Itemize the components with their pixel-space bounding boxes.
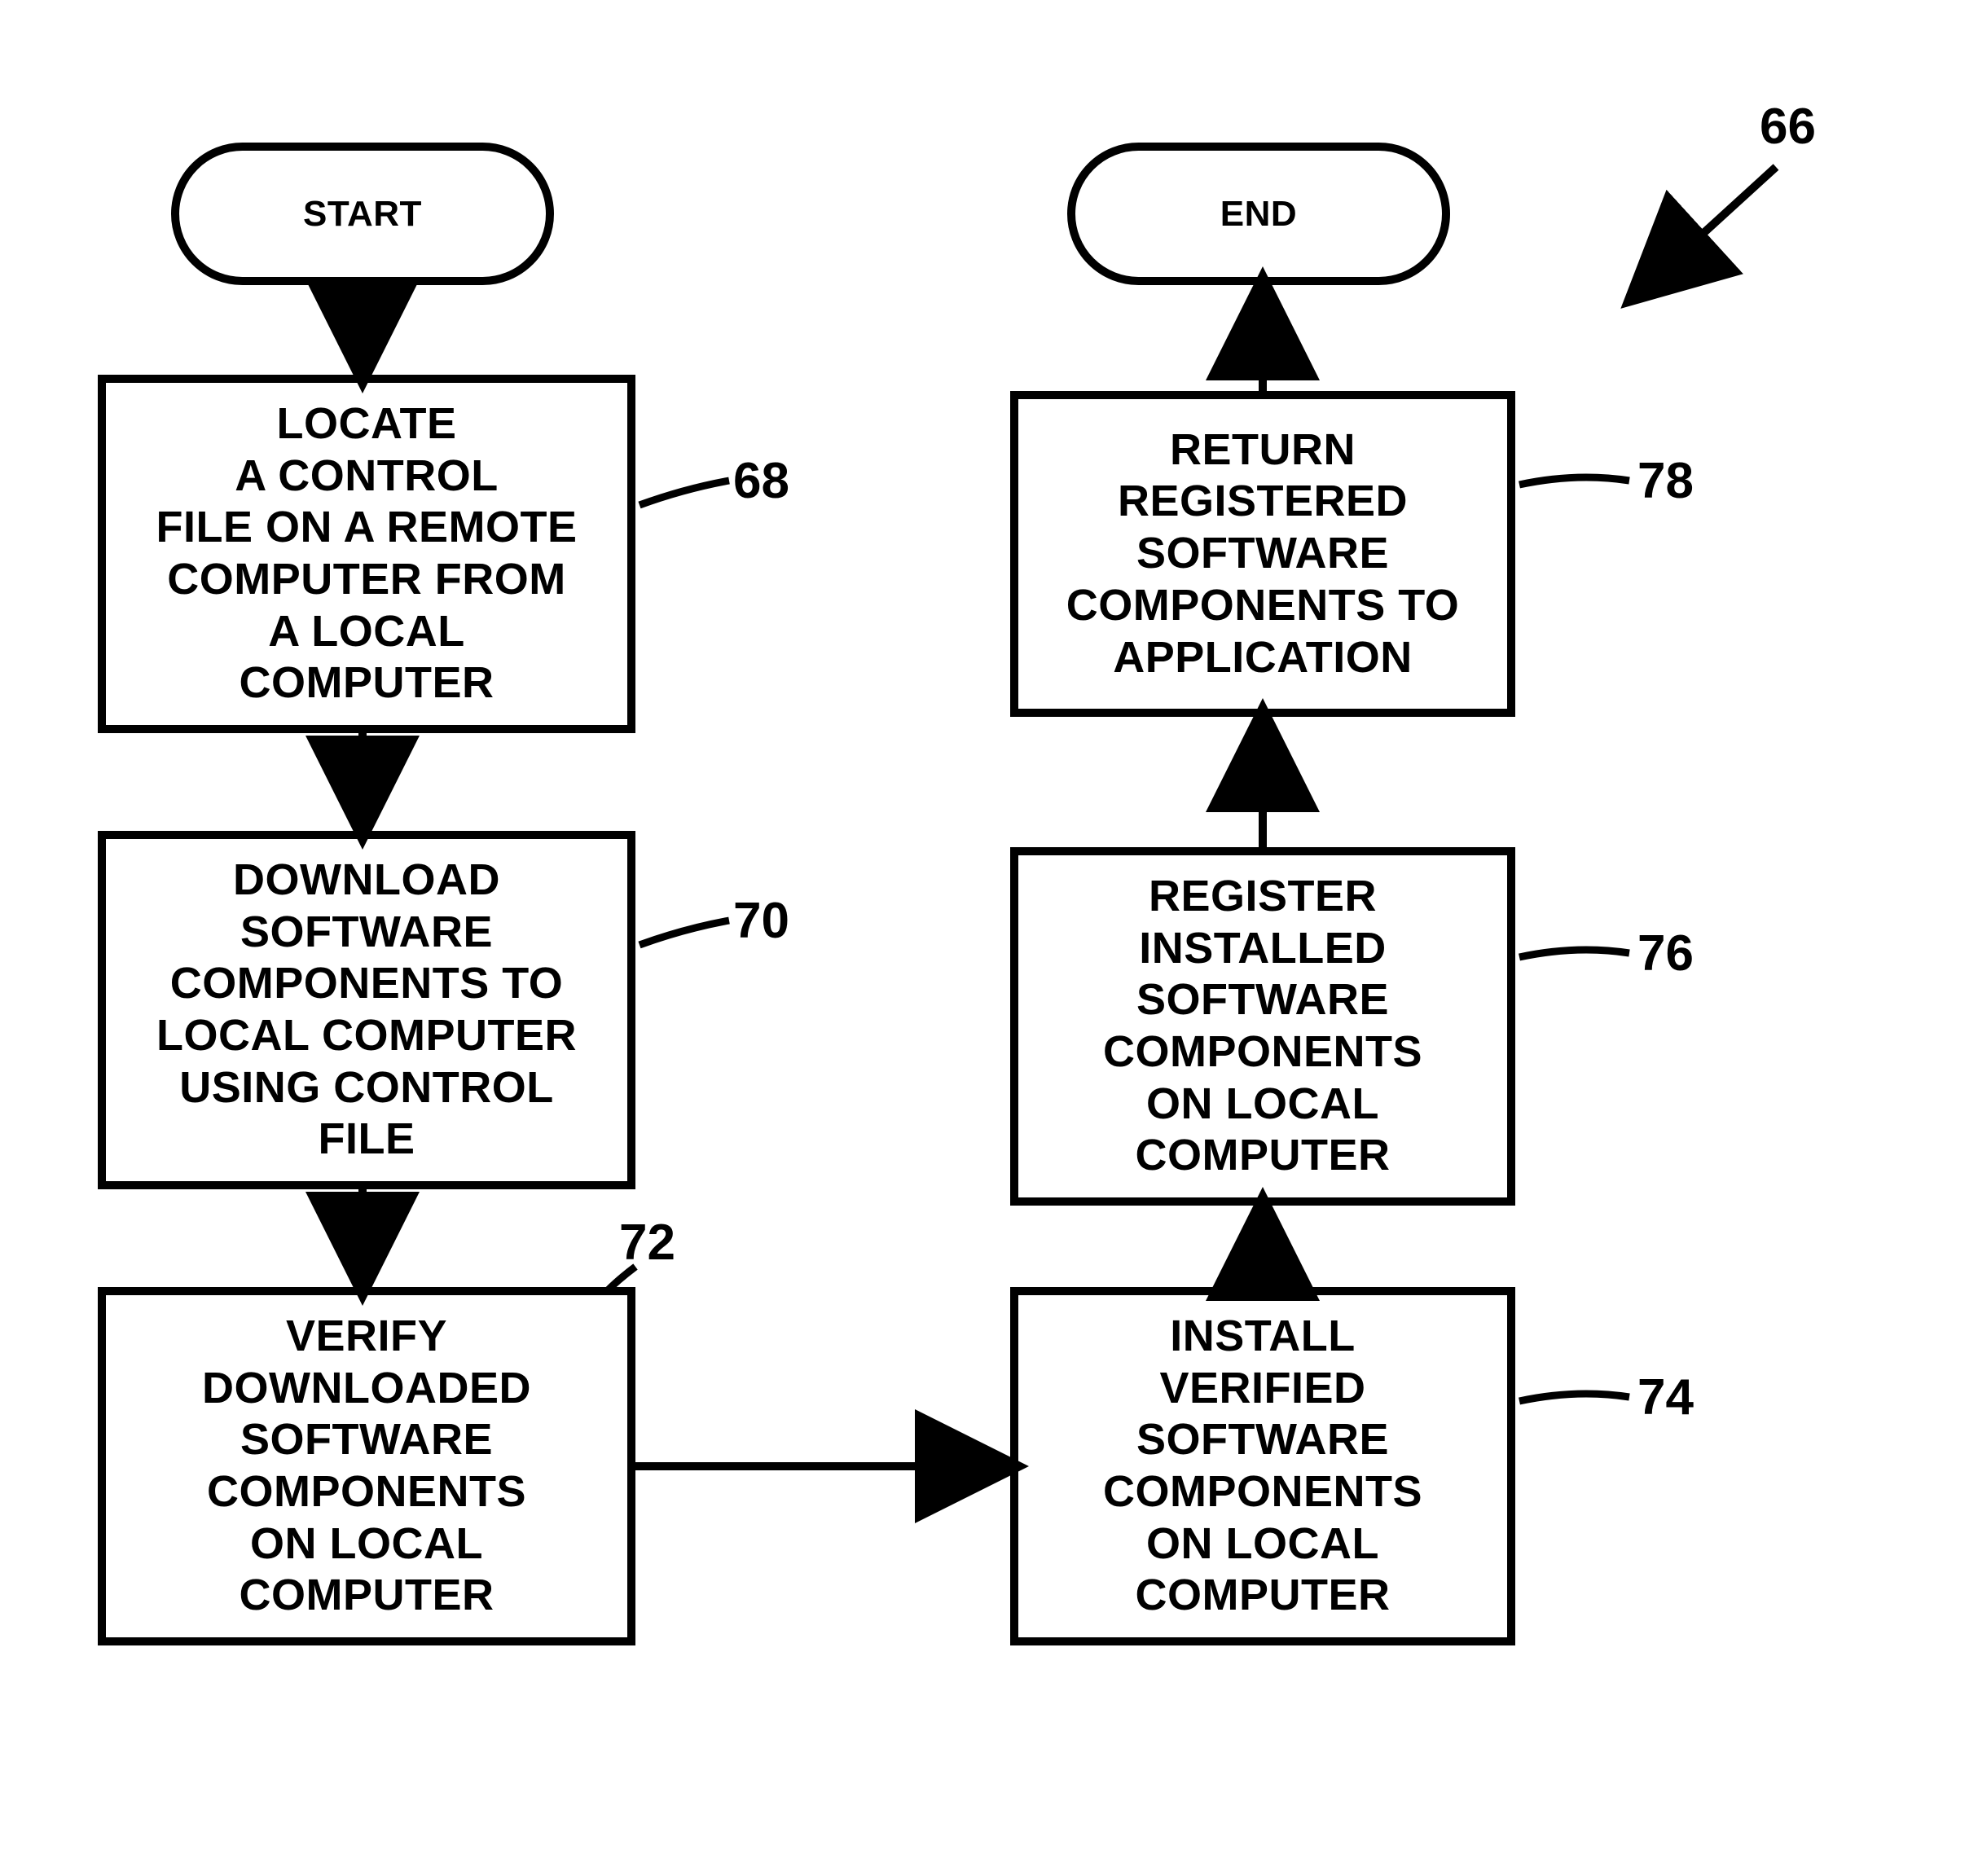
leader-70 [640, 920, 729, 945]
leader-72 [607, 1267, 635, 1291]
leader-lines [0, 0, 1978, 1876]
leader-78 [1519, 477, 1629, 485]
leader-74 [1519, 1394, 1629, 1401]
flowchart-canvas: START END LOCATE A CONTROL FILE ON A REM… [0, 0, 1978, 1876]
leader-68 [640, 481, 729, 505]
leader-76 [1519, 950, 1629, 957]
